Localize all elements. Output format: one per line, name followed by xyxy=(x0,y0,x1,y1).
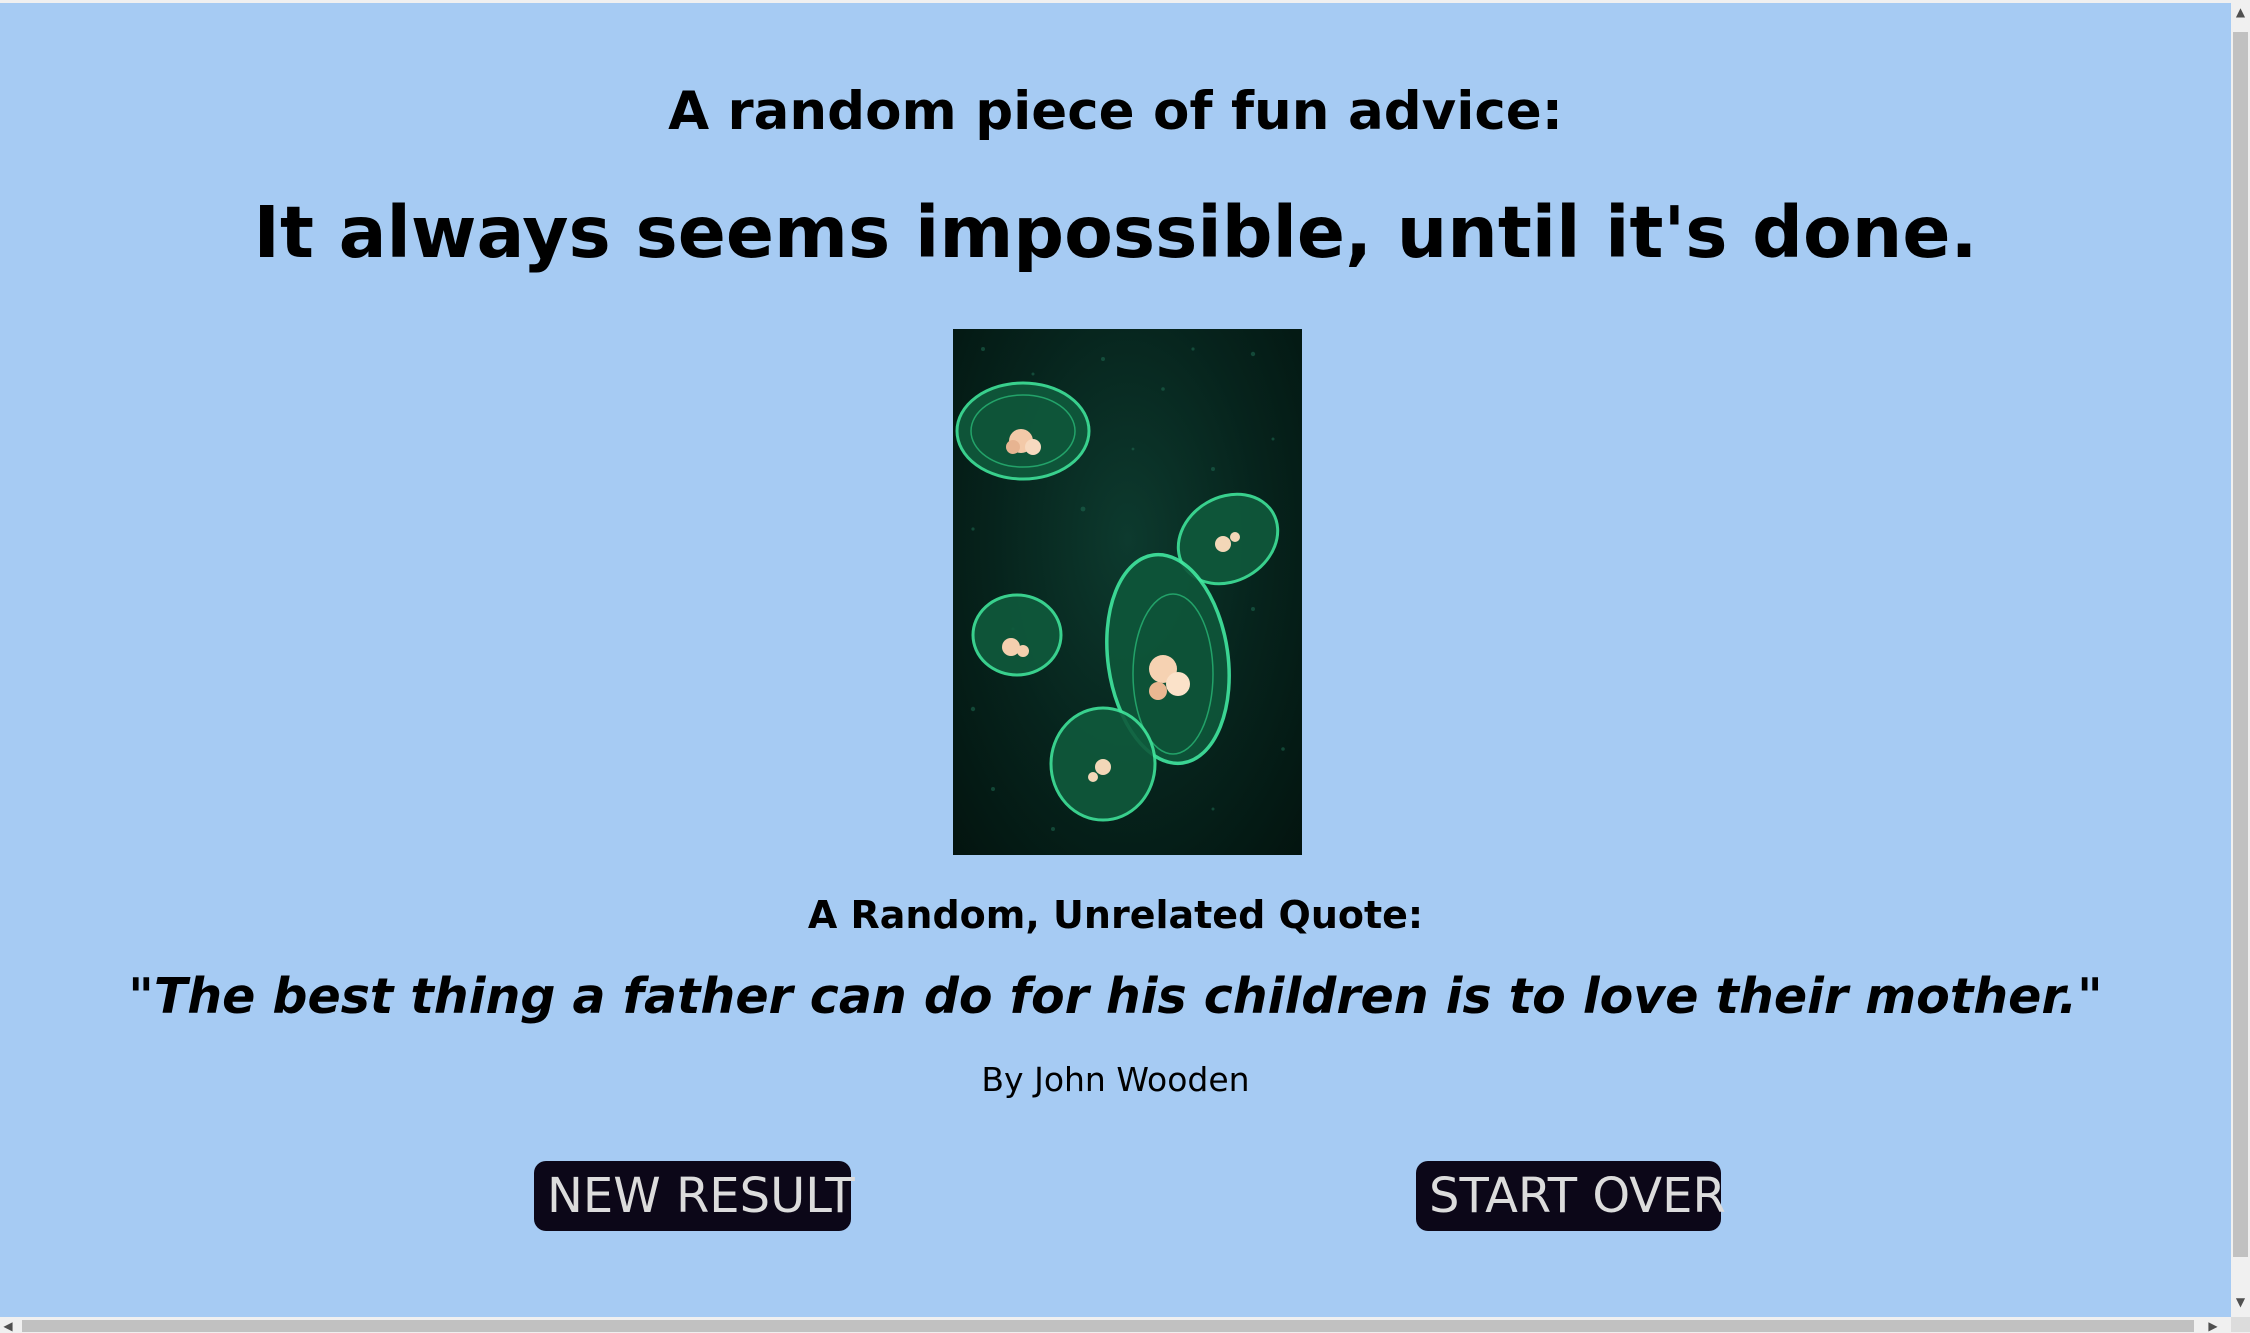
arrow-right-icon[interactable]: ▶ xyxy=(2207,1320,2219,1332)
quote-label: A Random, Unrelated Quote: xyxy=(807,893,1424,937)
jellyfish-photo xyxy=(953,329,1302,855)
arrow-down-icon[interactable]: ▼ xyxy=(2233,1296,2248,1308)
arrow-left-icon[interactable]: ◀ xyxy=(2,1320,14,1332)
advice-text: It always seems impossible, until it's d… xyxy=(253,191,1978,274)
quote-text: "The best thing a father can do for his … xyxy=(128,968,2103,1025)
quote-author: By John Wooden xyxy=(981,1060,1250,1099)
vertical-scroll-thumb[interactable] xyxy=(2233,32,2248,1257)
start-over-button[interactable]: START OVER xyxy=(1416,1161,1726,1231)
new-result-button[interactable]: NEW RESULT xyxy=(534,1161,855,1231)
horizontal-scroll-thumb[interactable] xyxy=(22,1320,2194,1332)
scrollbar-corner xyxy=(2231,1317,2250,1332)
arrow-up-icon[interactable]: ▲ xyxy=(2233,6,2248,18)
advice-label: A random piece of fun advice: xyxy=(668,81,1563,142)
page-viewport: A random piece of fun advice: It always … xyxy=(0,3,2231,1317)
